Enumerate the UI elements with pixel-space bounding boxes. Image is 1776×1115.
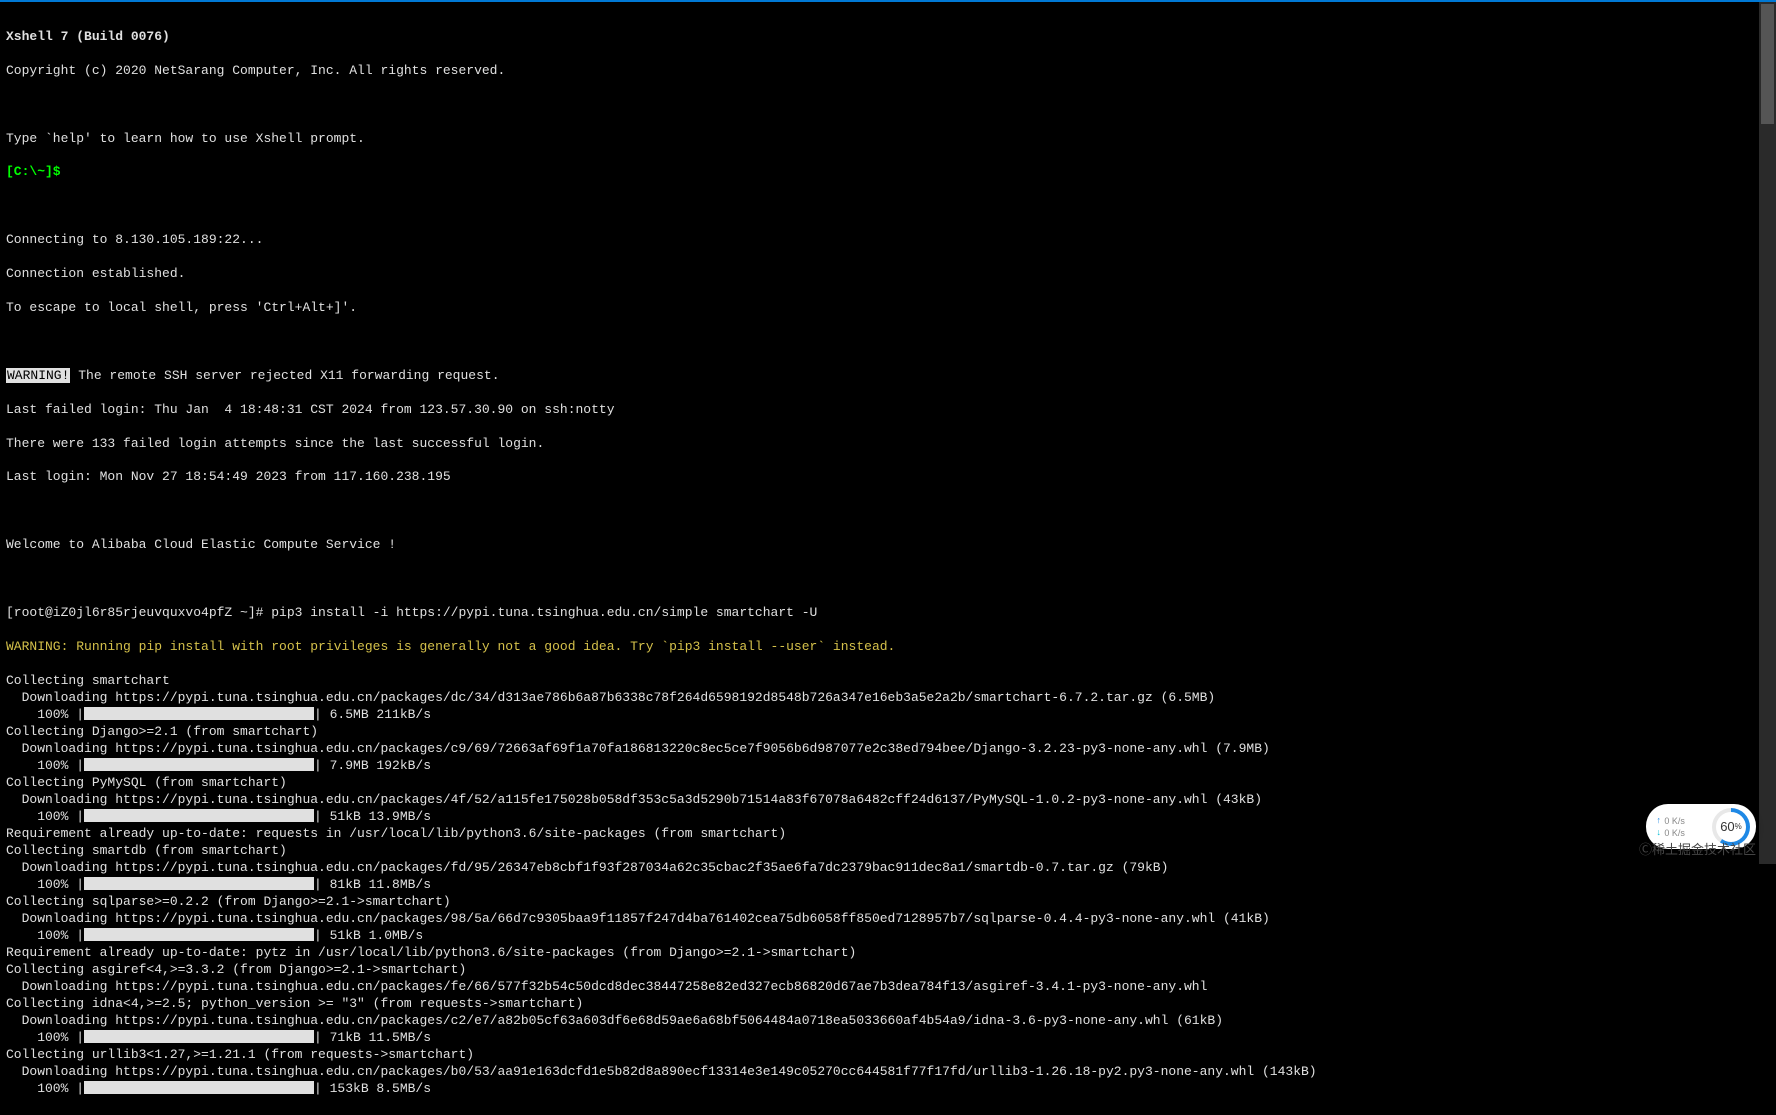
blank-line [6,334,1752,351]
x11-warning: WARNING! The remote SSH server rejected … [6,368,1752,385]
vertical-scrollbar[interactable] [1759,2,1776,864]
blank-line [6,571,1752,588]
upload-speed-row: ↑ 0 K/s [1656,816,1712,826]
pip-root-warning: WARNING: Running pip install with root p… [6,639,1752,656]
requirement-line: Requirement already up-to-date: requests… [6,826,1752,843]
watermark-text: Ⓒ稀土掘金技术社区 [1639,839,1756,858]
welcome-text: Welcome to Alibaba Cloud Elastic Compute… [6,537,1752,554]
progress-line: 100% | | 51kB 13.9MB/s [6,809,1752,826]
progress-line: 100% | | 153kB 8.5MB/s [6,1081,1752,1098]
progress-line: 100% | | 81kB 11.8MB/s [6,877,1752,894]
blank-line [6,198,1752,215]
progress-suffix: | 81kB 11.8MB/s [314,877,431,892]
progress-suffix: | 51kB 13.9MB/s [314,809,431,824]
failed-attempts: There were 133 failed login attempts sin… [6,436,1752,453]
pip-command: pip3 install -i https://pypi.tuna.tsingh… [271,605,817,620]
upload-arrow-icon: ↑ [1656,816,1661,826]
collecting-line: Collecting smartdb (from smartchart) [6,843,1752,860]
progress-prefix: 100% | [6,707,84,722]
progress-prefix: 100% | [6,877,84,892]
last-failed-login: Last failed login: Thu Jan 4 18:48:31 CS… [6,402,1752,419]
copyright-text: Copyright (c) 2020 NetSarang Computer, I… [6,63,1752,80]
upload-speed: 0 K/s [1664,816,1685,826]
download-speed: 0 K/s [1664,828,1685,838]
progress-suffix: | 6.5MB 211kB/s [314,707,431,722]
progress-bar [84,1081,314,1094]
requirement-line: Requirement already up-to-date: pytz in … [6,945,1752,962]
percent-suffix: % [1735,822,1742,831]
warning-badge: WARNING! [6,368,70,383]
established-text: Connection established. [6,266,1752,283]
progress-prefix: 100% | [6,1081,84,1096]
downloading-line: Downloading https://pypi.tuna.tsinghua.e… [6,911,1752,928]
progress-bar [84,1030,314,1043]
last-login: Last login: Mon Nov 27 18:54:49 2023 fro… [6,469,1752,486]
progress-line: 100% | | 51kB 1.0MB/s [6,928,1752,945]
progress-bar [84,809,314,822]
local-prompt: [C:\~]$ [6,164,1752,181]
collecting-line: Collecting Django>=2.1 (from smartchart) [6,724,1752,741]
download-speed-row: ↓ 0 K/s [1656,828,1712,838]
percent-value-container: 60% [1716,812,1746,842]
collecting-line: Collecting PyMySQL (from smartchart) [6,775,1752,792]
collecting-line: Collecting idna<4,>=2.5; python_version … [6,996,1752,1013]
progress-suffix: | 153kB 8.5MB/s [314,1081,431,1096]
percent-value: 60 [1720,819,1734,834]
connecting-text: Connecting to 8.130.105.189:22... [6,232,1752,249]
downloading-line: Downloading https://pypi.tuna.tsinghua.e… [6,860,1752,877]
app-title: Xshell 7 (Build 0076) [6,29,1752,46]
speed-readings: ↑ 0 K/s ↓ 0 K/s [1652,816,1712,838]
collecting-line: Collecting sqlparse>=0.2.2 (from Django>… [6,894,1752,911]
progress-prefix: 100% | [6,1030,84,1045]
collecting-line: Collecting asgiref<4,>=3.3.2 (from Djang… [6,962,1752,979]
downloading-line: Downloading https://pypi.tuna.tsinghua.e… [6,741,1752,758]
progress-bar [84,928,314,941]
shell-command-line: [root@iZ0jl6r85rjeuvquxvo4pfZ ~]# pip3 i… [6,605,1752,622]
escape-hint: To escape to local shell, press 'Ctrl+Al… [6,300,1752,317]
downloading-line: Downloading https://pypi.tuna.tsinghua.e… [6,979,1752,996]
pip-output: Collecting smartchart Downloading https:… [6,673,1752,1098]
progress-bar [84,877,314,890]
downloading-line: Downloading https://pypi.tuna.tsinghua.e… [6,1013,1752,1030]
download-arrow-icon: ↓ [1656,828,1661,838]
progress-suffix: | 51kB 1.0MB/s [314,928,423,943]
scrollbar-thumb[interactable] [1761,4,1774,124]
progress-suffix: | 7.9MB 192kB/s [314,758,431,773]
blank-line [6,97,1752,114]
help-hint: Type `help' to learn how to use Xshell p… [6,131,1752,148]
progress-prefix: 100% | [6,809,84,824]
progress-line: 100% | | 7.9MB 192kB/s [6,758,1752,775]
terminal-output[interactable]: Xshell 7 (Build 0076) Copyright (c) 2020… [0,2,1758,864]
progress-line: 100% | | 6.5MB 211kB/s [6,707,1752,724]
downloading-line: Downloading https://pypi.tuna.tsinghua.e… [6,792,1752,809]
downloading-line: Downloading https://pypi.tuna.tsinghua.e… [6,690,1752,707]
progress-bar [84,707,314,720]
progress-prefix: 100% | [6,928,84,943]
collecting-line: Collecting smartchart [6,673,1752,690]
progress-bar [84,758,314,771]
progress-line: 100% | | 71kB 11.5MB/s [6,1030,1752,1047]
collecting-line: Collecting urllib3<1.27,>=1.21.1 (from r… [6,1047,1752,1064]
progress-prefix: 100% | [6,758,84,773]
downloading-line: Downloading https://pypi.tuna.tsinghua.e… [6,1064,1752,1081]
progress-suffix: | 71kB 11.5MB/s [314,1030,431,1045]
blank-line [6,503,1752,520]
shell-prompt: [root@iZ0jl6r85rjeuvquxvo4pfZ ~]# [6,605,271,620]
